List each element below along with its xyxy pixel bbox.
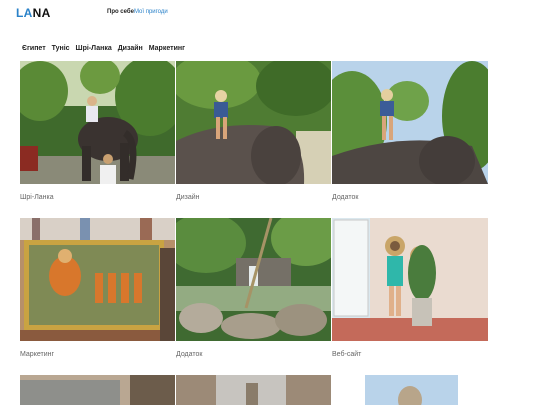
gallery-photo-elephant-jungle[interactable] xyxy=(20,61,175,184)
logo[interactable]: LANA xyxy=(16,6,51,20)
gallery-photo-partial[interactable] xyxy=(20,375,175,405)
gallery-photo-partial[interactable] xyxy=(176,375,331,405)
gallery-photo-woman-in-room[interactable] xyxy=(332,218,488,341)
gallery-photo-partial[interactable] xyxy=(365,375,458,405)
gallery-caption: Веб-сайт xyxy=(332,351,362,358)
gallery-caption: Додаток xyxy=(332,194,359,201)
nav-link-trips[interactable]: Мої пригоди xyxy=(134,9,168,15)
logo-part-la: LA xyxy=(16,6,33,20)
category-tunisia[interactable]: Туніс xyxy=(52,45,70,52)
category-marketing[interactable]: Маркетинг xyxy=(149,45,185,52)
gallery-photo-temple-mural[interactable] xyxy=(20,218,175,341)
gallery-caption: Дизайн xyxy=(176,194,200,201)
category-navigation: Єгипет Туніс Шрі-Ланка Дизайн Маркетинг xyxy=(22,45,189,52)
gallery-photo-elephant-palms[interactable] xyxy=(332,61,488,184)
gallery-photo-woman-on-elephant[interactable] xyxy=(176,61,331,184)
category-design[interactable]: Дизайн xyxy=(118,45,143,52)
category-egypt[interactable]: Єгипет xyxy=(22,45,46,52)
gallery-photo-waterfall[interactable] xyxy=(176,218,331,341)
category-sri-lanka[interactable]: Шрі-Ланка xyxy=(76,45,112,52)
gallery-caption: Додаток xyxy=(176,351,203,358)
gallery-caption: Маркетинг xyxy=(20,351,55,358)
top-navigation: Про себеМої пригоди xyxy=(107,9,168,15)
nav-link-about[interactable]: Про себе xyxy=(107,9,134,15)
gallery-caption: Шрі-Ланка xyxy=(20,194,54,201)
logo-part-na: NA xyxy=(32,6,51,20)
